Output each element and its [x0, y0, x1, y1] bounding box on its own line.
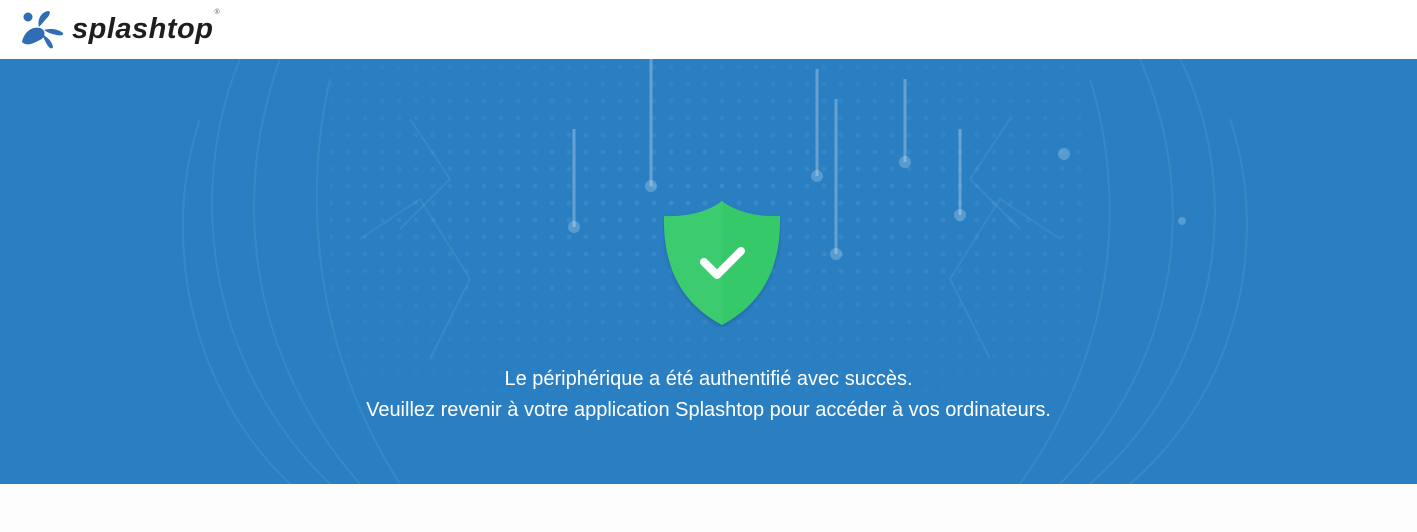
top-header: splashtop ®: [0, 0, 1417, 59]
logo-wordmark: splashtop: [72, 12, 214, 45]
message-line-2: Veuillez revenir à votre application Spl…: [366, 399, 1051, 421]
hero-banner: Le périphérique a été authentifié avec s…: [0, 59, 1417, 484]
shield-check-icon: [663, 201, 781, 325]
authentication-success-message: Le périphérique a été authentifié avec s…: [0, 364, 1417, 426]
message-line-1: Le périphérique a été authentifié avec s…: [504, 368, 913, 390]
splashtop-logo[interactable]: splashtop ®: [18, 6, 220, 50]
page-footer: [0, 484, 1417, 532]
splashtop-splash-icon: [22, 11, 64, 49]
registered-mark: ®: [214, 8, 220, 16]
